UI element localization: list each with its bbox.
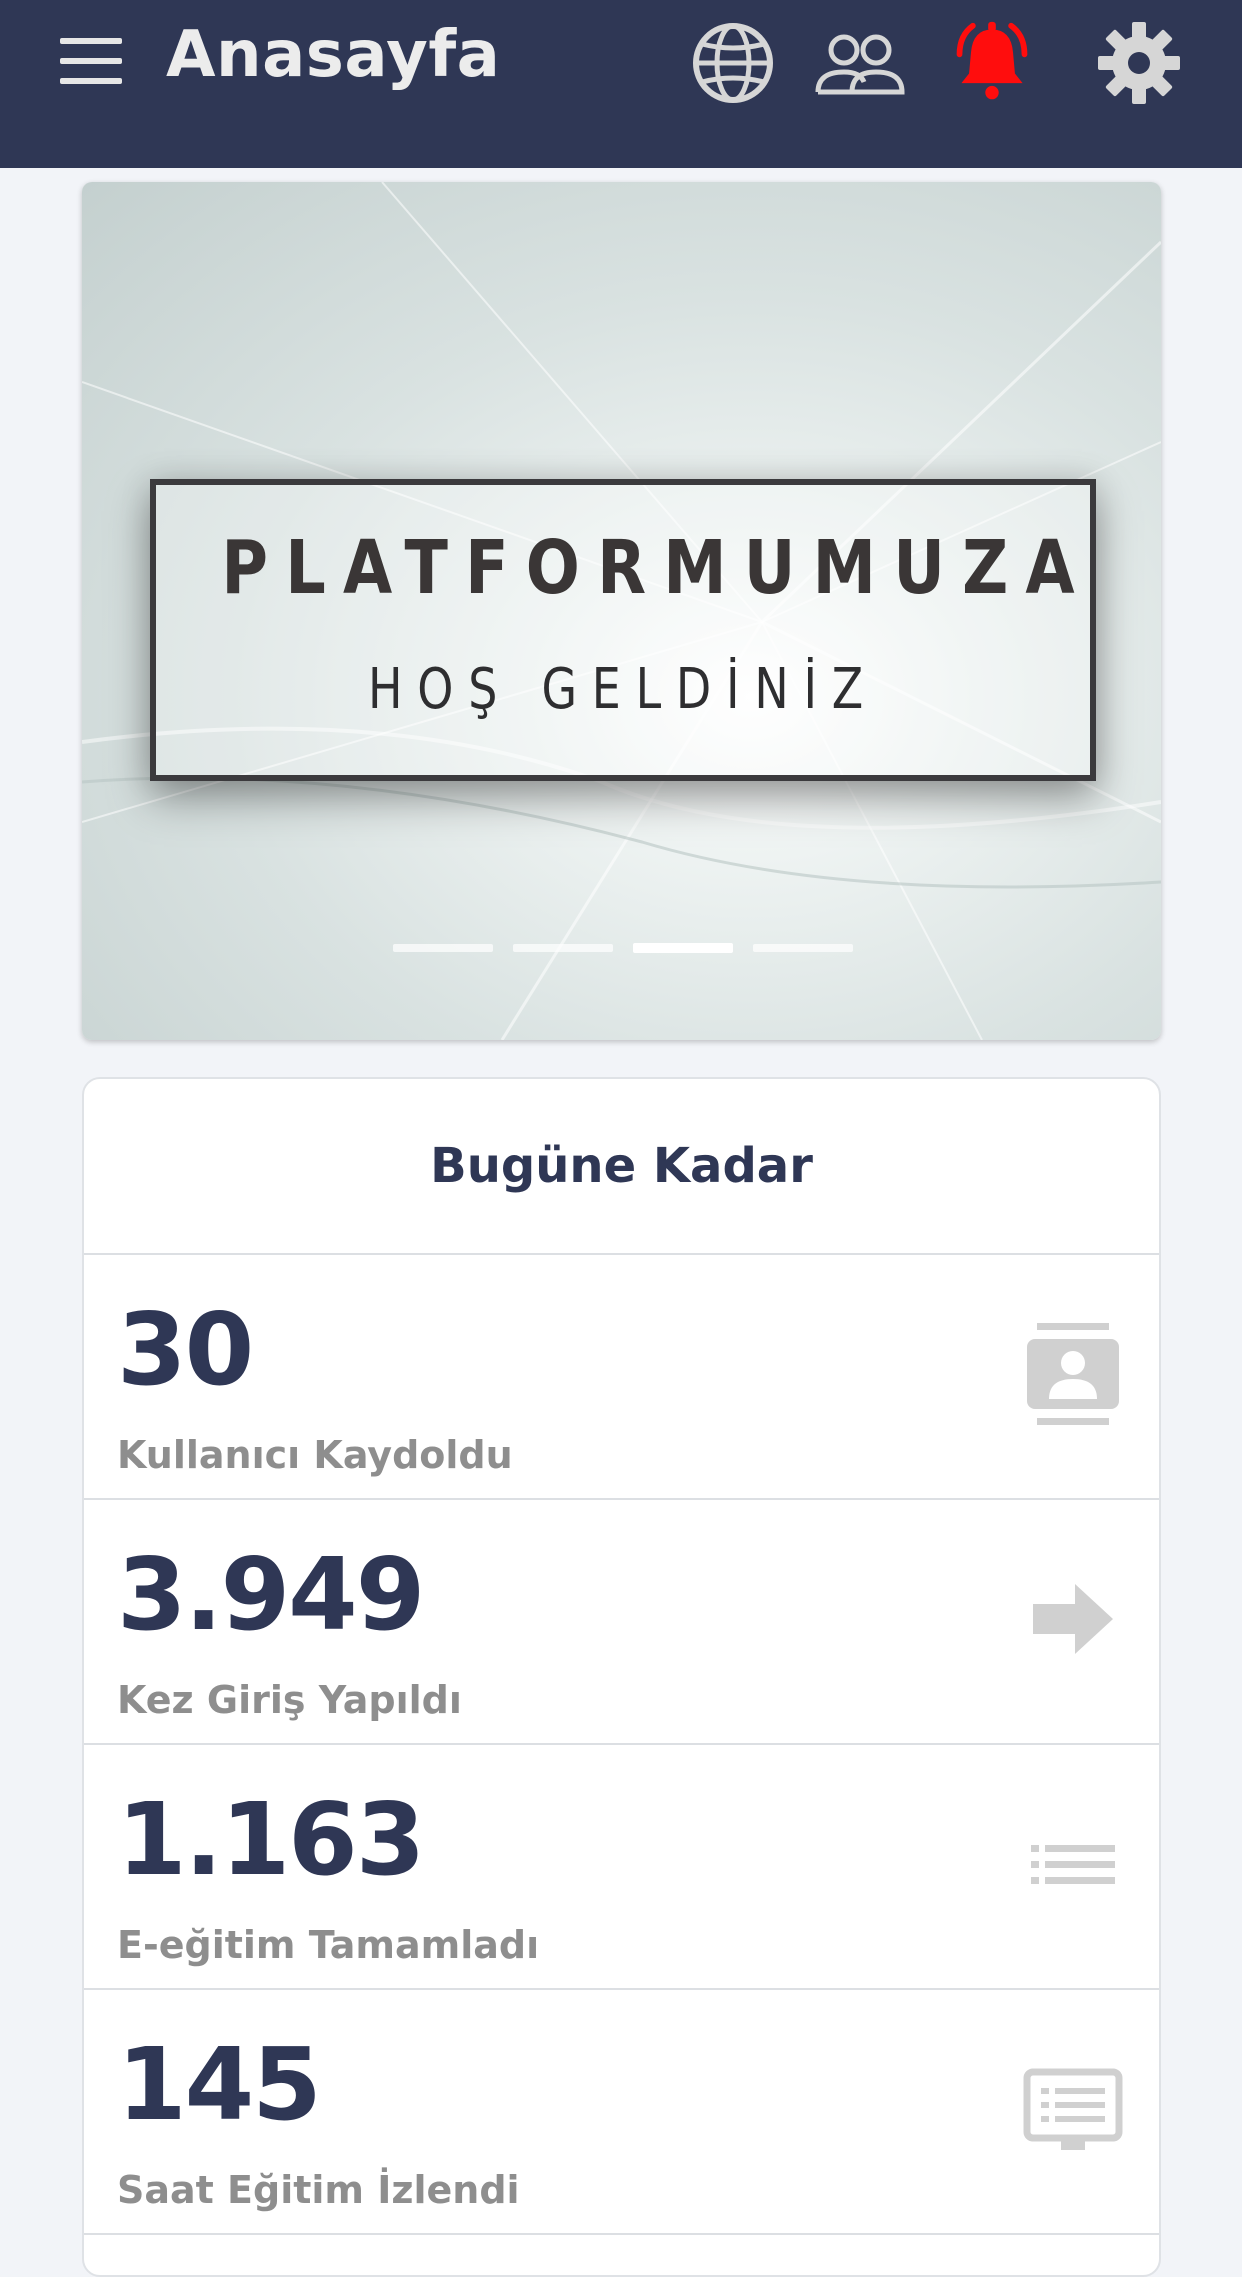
- carousel-dot-2[interactable]: [513, 944, 613, 952]
- carousel-indicators: [393, 943, 853, 954]
- app-bar: Anasayfa: [0, 0, 1242, 168]
- stat-value: 3.949: [117, 1536, 425, 1653]
- globe-icon[interactable]: [690, 20, 776, 106]
- stat-value: 1.163: [117, 1781, 425, 1898]
- stat-label: Kez Giriş Yapıldı: [117, 1678, 462, 1722]
- stat-row-users: 30 Kullanıcı Kaydoldu: [84, 1255, 1159, 1500]
- bell-icon[interactable]: [944, 20, 1040, 106]
- stats-card: Bugüne Kadar 30 Kullanıcı Kaydoldu 3.949…: [82, 1077, 1161, 2277]
- stat-label: Kullanıcı Kaydoldu: [117, 1433, 513, 1477]
- page-title: Anasayfa: [166, 18, 501, 92]
- display-list-icon: [1023, 2054, 1123, 2164]
- carousel-dot-1[interactable]: [393, 944, 493, 952]
- welcome-carousel[interactable]: PLATFORMUMUZA HOŞ GELDİNİZ: [82, 182, 1161, 1040]
- stat-row-hours: 145 Saat Eğitim İzlendi: [84, 1990, 1159, 2235]
- carousel-dot-4[interactable]: [753, 944, 853, 952]
- stat-value: 145: [117, 2026, 322, 2143]
- banner-title: PLATFORMUMUZA: [221, 525, 1092, 611]
- stat-row-completed: 1.163 E-eğitim Tamamladı: [84, 1745, 1159, 1990]
- welcome-banner: PLATFORMUMUZA HOŞ GELDİNİZ: [150, 479, 1096, 781]
- menu-icon[interactable]: [60, 38, 124, 88]
- arrow-right-icon: [1023, 1564, 1123, 1674]
- stat-label: E-eğitim Tamamladı: [117, 1923, 540, 1967]
- gear-icon[interactable]: [1096, 20, 1182, 106]
- banner-subtitle: HOŞ GELDİNİZ: [368, 657, 878, 722]
- stats-header: Bugüne Kadar: [84, 1079, 1159, 1255]
- stat-row-logins: 3.949 Kez Giriş Yapıldı: [84, 1500, 1159, 1745]
- carousel-dot-3[interactable]: [633, 943, 733, 953]
- users-icon[interactable]: [812, 20, 908, 106]
- list-icon: [1023, 1809, 1123, 1919]
- contact-card-icon: [1023, 1319, 1123, 1429]
- stat-label: Saat Eğitim İzlendi: [117, 2168, 520, 2212]
- stat-value: 30: [117, 1291, 254, 1408]
